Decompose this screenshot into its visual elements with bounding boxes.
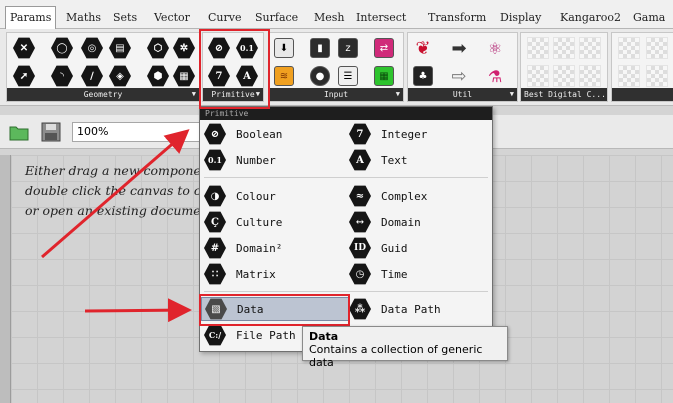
data-tooltip: Data Contains a collection of generic da… — [302, 326, 508, 369]
arrow-to-primitive-panel — [41, 129, 190, 259]
arrow-to-data-item — [84, 298, 192, 323]
tooltip-description: Contains a collection of generic data — [309, 343, 483, 369]
tooltip-title: Data — [309, 330, 339, 343]
